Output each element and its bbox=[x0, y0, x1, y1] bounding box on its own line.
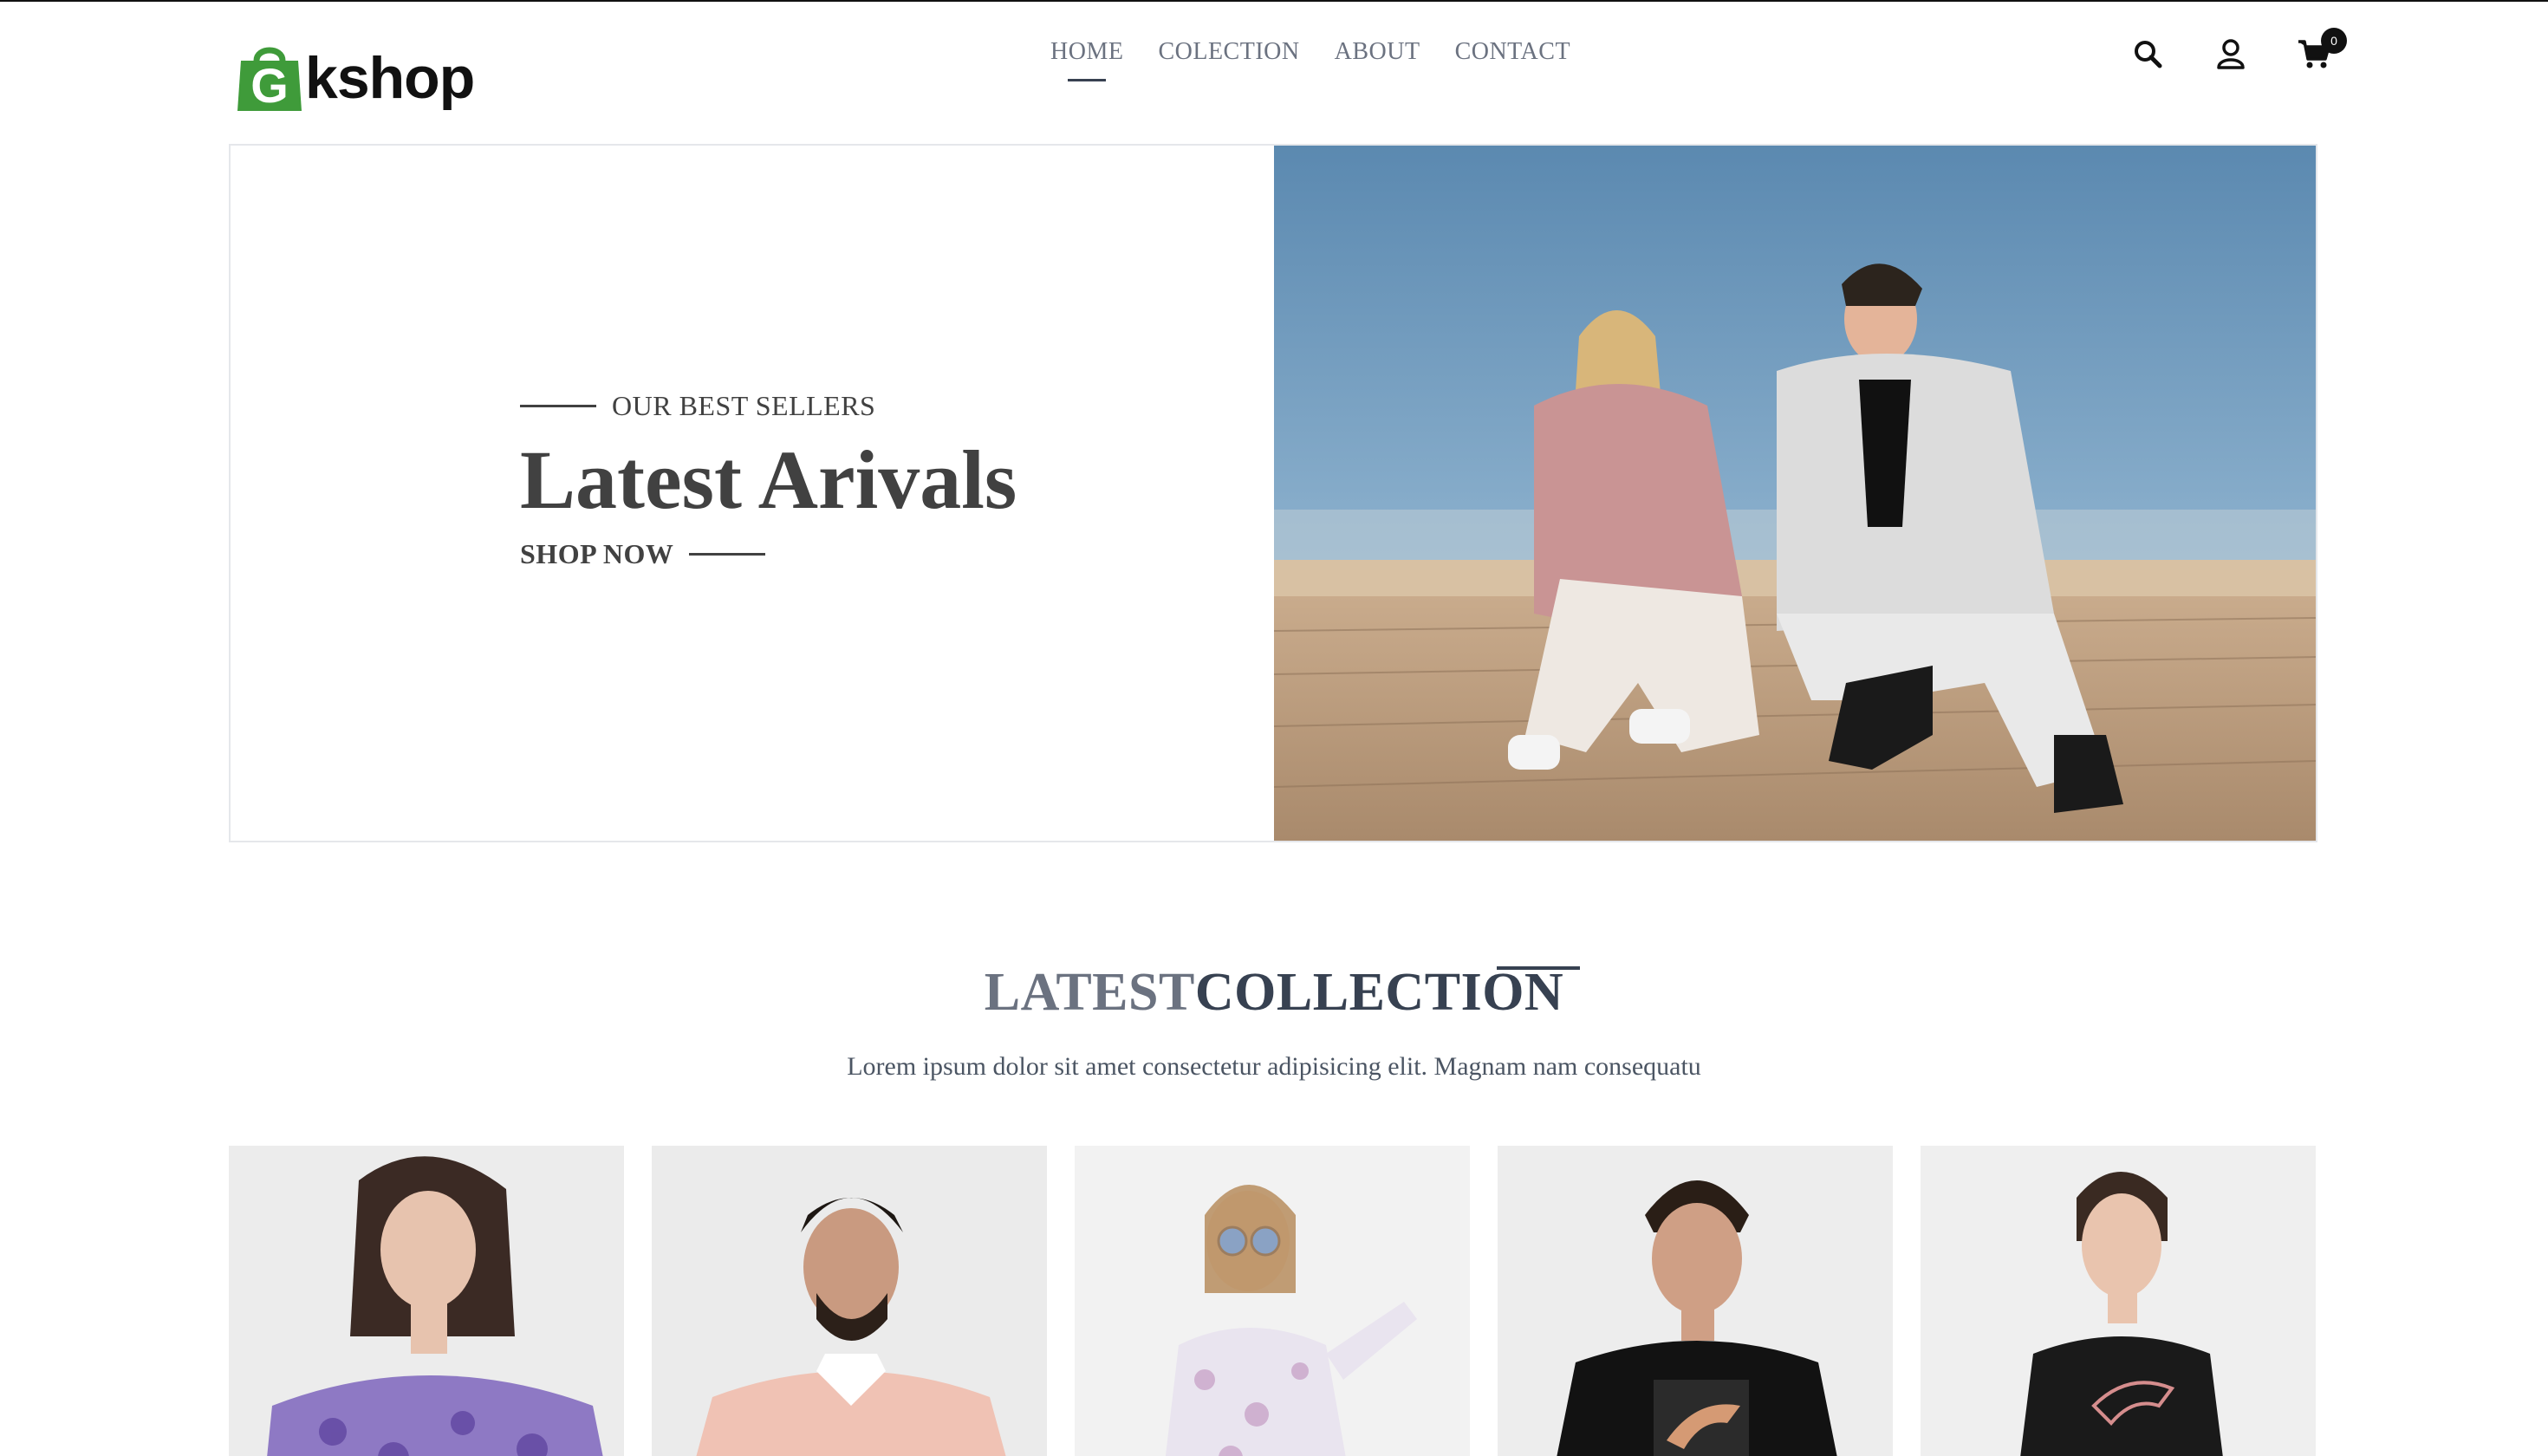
hero-image bbox=[1274, 146, 2316, 841]
logo-text: kshop bbox=[305, 45, 475, 111]
cart-icon[interactable]: 0 bbox=[2297, 28, 2347, 71]
site-header: G kshop HOME COLECTION ABOUT CONTACT 0 bbox=[0, 2, 2548, 140]
collection-title: LATESTCOLLECTION bbox=[0, 962, 2548, 1024]
product-image bbox=[1075, 1146, 1470, 1456]
collection-title-part1: LATEST bbox=[984, 963, 1195, 1022]
nav-collection[interactable]: COLECTION bbox=[1158, 38, 1299, 81]
nav-home[interactable]: HOME bbox=[1050, 38, 1123, 81]
cart-count-badge: 0 bbox=[2321, 28, 2347, 54]
product-image bbox=[1921, 1146, 2316, 1456]
product-card[interactable] bbox=[1498, 1146, 1893, 1456]
shop-now-line bbox=[689, 552, 766, 556]
main-nav: HOME COLECTION ABOUT CONTACT bbox=[1050, 38, 1570, 81]
product-card[interactable] bbox=[229, 1146, 624, 1456]
hero-title: Latest Arivals bbox=[520, 433, 1017, 526]
svg-text:G: G bbox=[250, 58, 289, 111]
product-card[interactable] bbox=[1921, 1146, 2316, 1456]
product-grid bbox=[229, 1146, 2316, 1456]
shop-now-label: SHOP NOW bbox=[520, 537, 674, 569]
product-image bbox=[1498, 1146, 1893, 1456]
eyebrow-line bbox=[520, 405, 596, 407]
search-icon[interactable] bbox=[2130, 36, 2165, 71]
hero-eyebrow: OUR BEST SELLERS bbox=[520, 390, 1017, 422]
nav-about[interactable]: ABOUT bbox=[1335, 38, 1420, 81]
product-image bbox=[652, 1146, 1047, 1456]
user-icon[interactable] bbox=[2213, 36, 2248, 71]
product-card[interactable] bbox=[652, 1146, 1047, 1456]
hero-eyebrow-text: OUR BEST SELLERS bbox=[612, 390, 876, 421]
product-card[interactable] bbox=[1075, 1146, 1470, 1456]
hero-banner: OUR BEST SELLERS Latest Arivals SHOP NOW bbox=[229, 144, 2317, 842]
shopping-bag-logo-icon: G bbox=[236, 42, 303, 113]
collection-title-line bbox=[1497, 966, 1580, 970]
hero-text-panel: OUR BEST SELLERS Latest Arivals SHOP NOW bbox=[231, 146, 1274, 841]
product-image bbox=[229, 1146, 624, 1456]
collection-subtitle: Lorem ipsum dolor sit amet consectetur a… bbox=[847, 1052, 1701, 1081]
shop-now-link[interactable]: SHOP NOW bbox=[520, 538, 1017, 570]
nav-contact[interactable]: CONTACT bbox=[1455, 38, 1570, 81]
collection-title-part2: COLLECTION bbox=[1194, 963, 1564, 1022]
logo[interactable]: G kshop bbox=[236, 36, 475, 113]
header-actions: 0 bbox=[2130, 28, 2347, 71]
